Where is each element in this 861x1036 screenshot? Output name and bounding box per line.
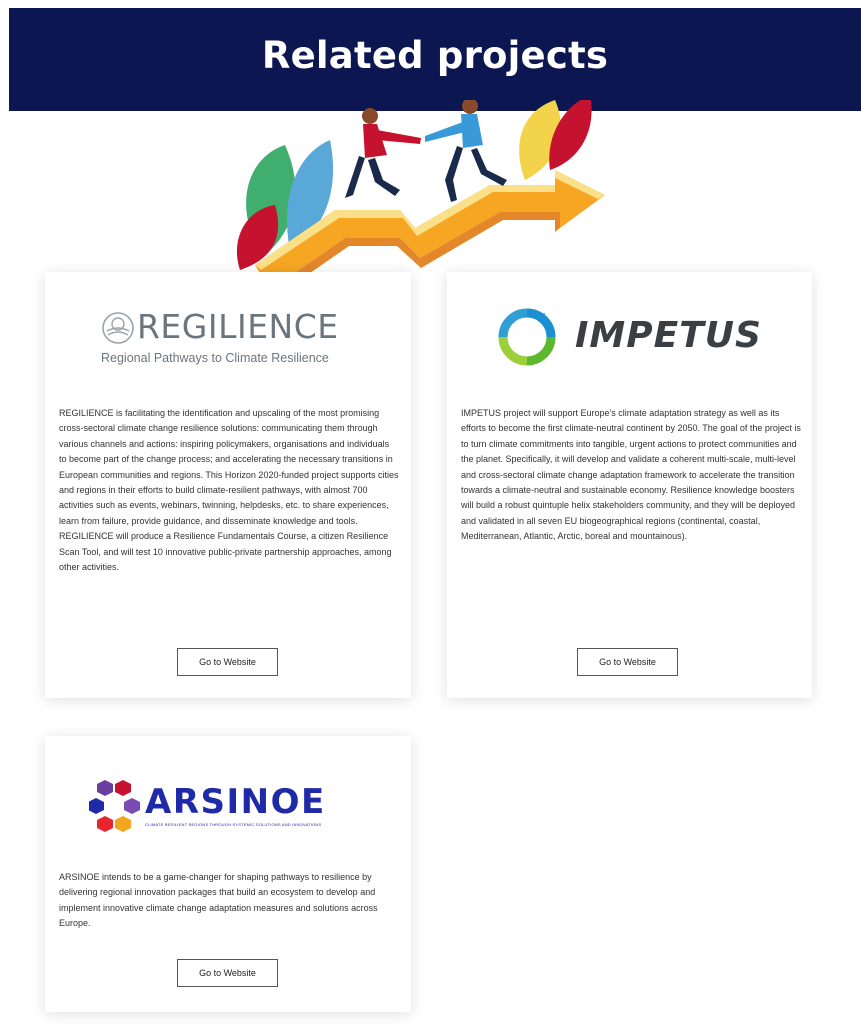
regilience-logo-tagline: Regional Pathways to Climate Resilience [101, 351, 329, 365]
impetus-description: IMPETUS project will support Europe's cl… [461, 408, 801, 542]
project-card-impetus: IMPETUS IMPETUS project will support Eur… [447, 272, 812, 698]
impetus-website-button[interactable]: Go to Website [577, 648, 678, 676]
arsinoe-logo-name: ARSINOE [145, 782, 326, 822]
regilience-website-button[interactable]: Go to Website [177, 648, 278, 676]
regilience-logo: REGILIENCE Regional Pathways to Climate … [95, 307, 355, 377]
impetus-logo: IMPETUS [495, 307, 765, 367]
regilience-emblem-icon [102, 312, 134, 344]
arsinoe-website-button[interactable]: Go to Website [177, 959, 278, 987]
project-card-arsinoe: ARSINOE CLIMATE RESILIENT REGIONS THROUG… [45, 736, 411, 1012]
arsinoe-logo: ARSINOE CLIMATE RESILIENT REGIONS THROUG… [89, 778, 379, 838]
impetus-ring-icon [498, 308, 556, 366]
impetus-logo-name: IMPETUS [575, 315, 762, 356]
regilience-logo-name: REGILIENCE [137, 307, 339, 346]
header-banner: Related projects [9, 8, 861, 111]
regilience-description: REGILIENCE is facilitating the identific… [59, 408, 399, 573]
project-card-regilience: REGILIENCE Regional Pathways to Climate … [45, 272, 411, 698]
arsinoe-logo-tagline: CLIMATE RESILIENT REGIONS THROUGH SYSTEM… [145, 822, 322, 827]
arsinoe-hexagons-icon [89, 780, 140, 832]
arsinoe-description: ARSINOE intends to be a game-changer for… [59, 872, 378, 929]
page-title: Related projects [261, 34, 609, 77]
handshake-arrow-illustration [236, 100, 605, 290]
